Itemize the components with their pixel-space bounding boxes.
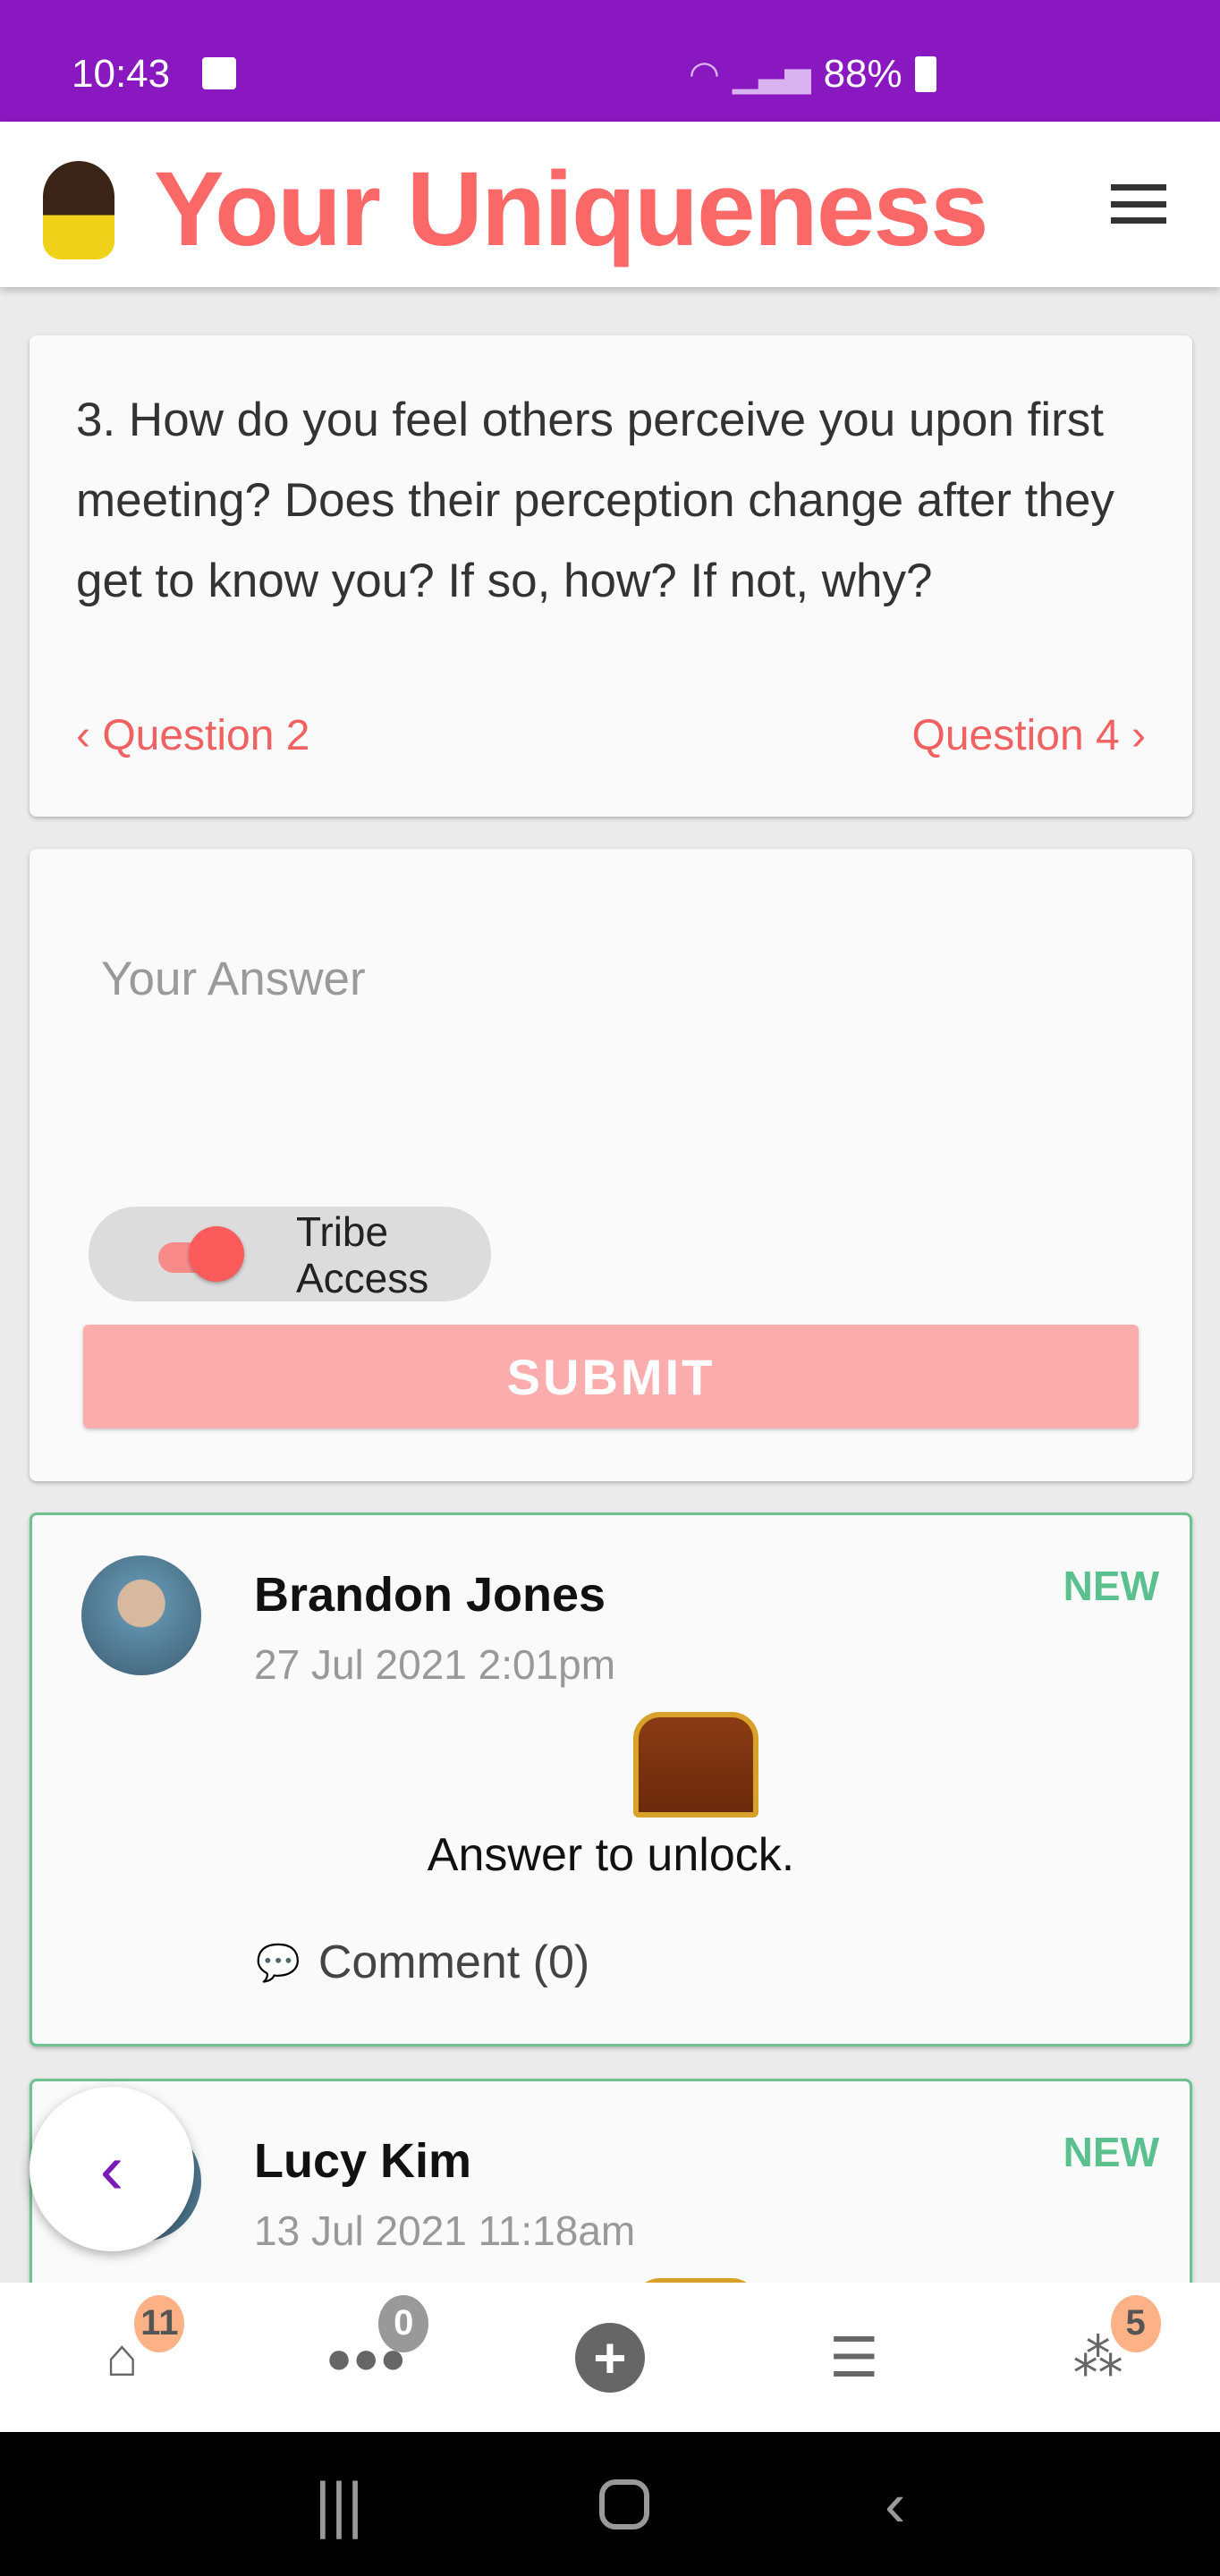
home-circle-icon[interactable] xyxy=(598,2479,649,2529)
bottom-nav: ⌂ 11 ●●● 0 + ☰ ⁂ 5 xyxy=(0,2283,1220,2432)
locked-text: Answer to unlock. xyxy=(427,1829,795,1881)
recents-icon[interactable]: ||| xyxy=(315,2469,364,2540)
image-notification-icon xyxy=(202,57,236,89)
author-name: Lucy Kim xyxy=(254,2134,472,2188)
new-badge: NEW xyxy=(1063,1563,1159,1609)
logo-avatar xyxy=(43,161,114,259)
status-bar: 10:43 ◠ ▁▃▅ 88% xyxy=(0,0,1220,122)
chevron-left-icon: ‹ xyxy=(99,2129,124,2208)
author-name: Brandon Jones xyxy=(254,1568,606,1622)
question-card: 3. How do you feel others perceive you u… xyxy=(30,335,1192,817)
new-badge: NEW xyxy=(1063,2129,1159,2175)
nav-home[interactable]: ⌂ 11 xyxy=(77,2294,185,2402)
next-question-link[interactable]: Question 4 › xyxy=(912,711,1146,760)
avatar xyxy=(81,1555,201,1675)
count-badge: 0 xyxy=(378,2294,429,2352)
post-date: 13 Jul 2021 11:18am xyxy=(254,2207,636,2254)
app-header: Your Uniqueness xyxy=(0,122,1220,287)
submit-button[interactable]: SUBMIT xyxy=(83,1325,1139,1428)
count-badge: 5 xyxy=(1110,2294,1161,2352)
plus-circle-icon: + xyxy=(574,2322,645,2393)
toggle-label: Tribe Access xyxy=(296,1208,429,1301)
battery-icon xyxy=(914,56,936,92)
nav-add[interactable]: + xyxy=(565,2313,655,2402)
battery-level: 88% xyxy=(823,52,902,96)
back-icon[interactable]: ‹ xyxy=(885,2469,905,2540)
treasure-chest-icon xyxy=(633,1712,758,1818)
hamburger-icon[interactable] xyxy=(1111,184,1166,224)
comment-button[interactable]: 💬 Comment (0) xyxy=(256,1936,589,1989)
nav-tribe[interactable]: ⁂ 5 xyxy=(1054,2294,1161,2402)
wifi-icon: ◠ xyxy=(689,55,720,94)
comments-icon: 💬 xyxy=(256,1943,301,1983)
answer-input[interactable]: Your Answer xyxy=(101,952,366,1006)
answer-form: Your Answer Tribe Access SUBMIT xyxy=(30,849,1192,1481)
nav-users[interactable]: ●●● 0 xyxy=(321,2294,429,2402)
list-icon: ☰ xyxy=(828,2327,879,2389)
question-text: 3. How do you feel others perceive you u… xyxy=(76,394,1114,607)
toggle-knob xyxy=(189,1226,244,1282)
tribe-access-toggle[interactable]: Tribe Access xyxy=(89,1207,491,1301)
home-icon: ⌂ xyxy=(106,2327,139,2387)
back-fab-button[interactable]: ‹ xyxy=(30,2087,194,2251)
chevron-left-icon: ‹ xyxy=(76,712,103,759)
system-nav-bar: ||| ‹ xyxy=(0,2432,1220,2576)
prev-question-link[interactable]: ‹ Question 2 xyxy=(76,711,309,760)
post-date: 27 Jul 2021 2:01pm xyxy=(254,1641,616,1688)
clock: 10:43 xyxy=(72,52,171,96)
answer-card[interactable]: Brandon Jones 27 Jul 2021 2:01pm NEW Ans… xyxy=(30,1513,1192,2046)
count-badge: 11 xyxy=(134,2294,185,2352)
nav-list[interactable]: ☰ xyxy=(809,2313,899,2402)
page-title: Your Uniqueness xyxy=(154,150,989,268)
chevron-right-icon: › xyxy=(1119,712,1146,759)
signal-icon: ▁▃▅ xyxy=(732,55,811,94)
